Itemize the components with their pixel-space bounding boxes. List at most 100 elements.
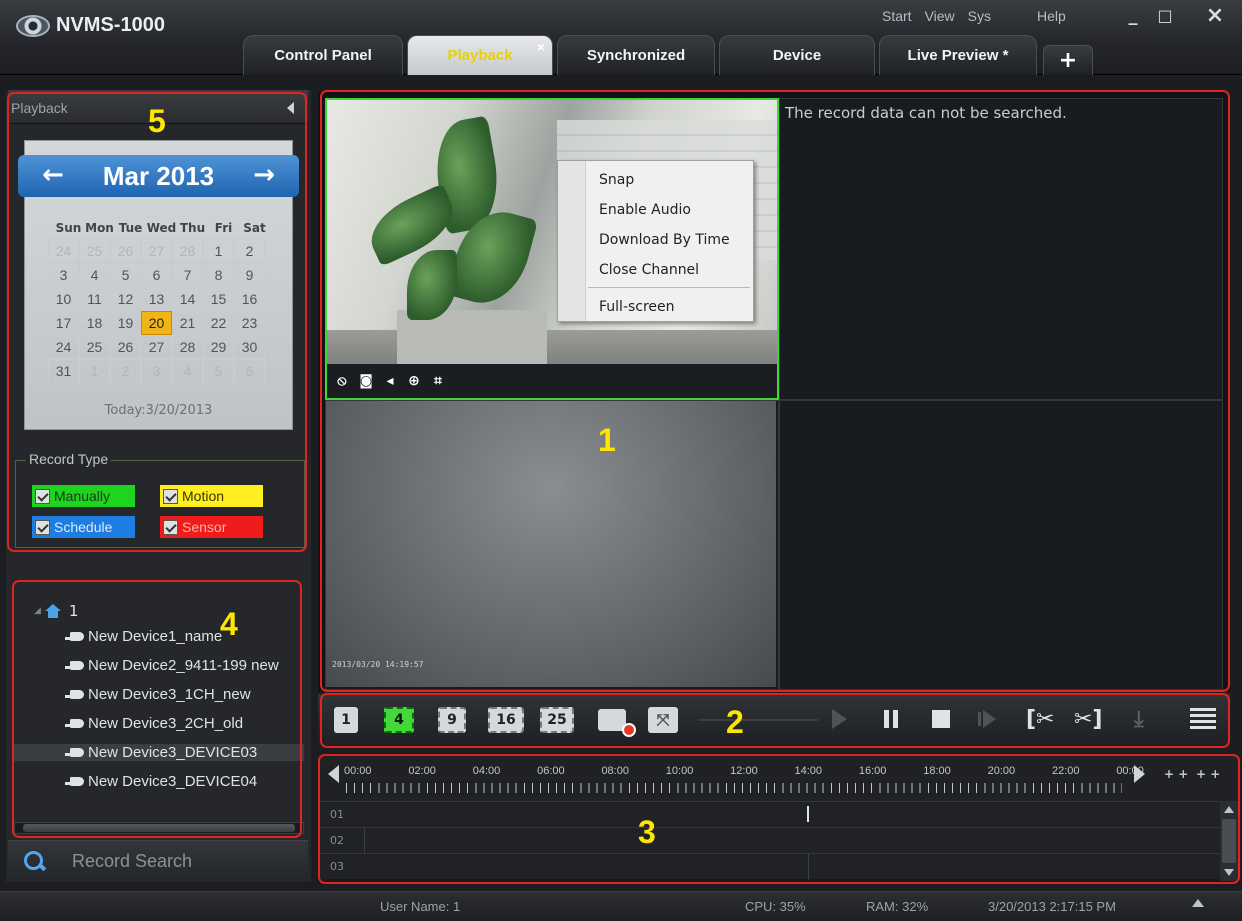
calendar-day[interactable]: 25 [79,335,110,359]
tab-close-icon[interactable]: × [537,39,545,55]
menu-item-snap[interactable]: Snap [599,172,634,188]
record-list-button[interactable] [1190,706,1216,732]
calendar-day[interactable]: 30 [234,335,265,359]
prev-month-icon[interactable]: ← [42,160,64,190]
snapshot-icon[interactable]: ◙ [357,373,375,389]
download-button[interactable]: ⤓ [1134,706,1144,732]
next-month-icon[interactable]: → [253,160,275,190]
menu-item-download-by-time[interactable]: Download By Time [599,232,730,248]
play-button[interactable] [832,706,847,732]
device-tree-item[interactable]: New Device3_2CH_old [65,715,243,732]
add-tab-button[interactable]: + [1043,45,1093,75]
full-screen-button[interactable]: ⤧ [648,707,678,733]
device-tree-item[interactable]: New Device1_name [65,628,222,645]
calendar-day[interactable]: 18 [79,311,110,335]
calendar-day[interactable]: 26 [110,239,141,263]
close-all-channels-button[interactable] [592,707,636,737]
step-forward-button[interactable] [978,706,996,732]
tab-device[interactable]: Device [719,35,875,75]
timeline-row-03[interactable]: 03 [318,853,1220,880]
tree-horizontal-scrollbar[interactable] [14,822,304,834]
menu-item-enable-audio[interactable]: Enable Audio [599,202,691,218]
video-channel-4[interactable] [779,400,1223,690]
device-tree-item[interactable]: New Device3_DEVICE03 [14,744,304,761]
layout-16-button[interactable]: 16 [488,707,524,733]
timeline-zoom-in-icon[interactable]: + + [1164,767,1188,781]
calendar-day[interactable]: 9 [234,263,265,287]
calendar-day[interactable]: 4 [79,263,110,287]
tab-playback[interactable]: Playback × [407,35,553,75]
calendar-day[interactable]: 25 [79,239,110,263]
tree-root-node[interactable]: ◢ 1 [34,602,78,620]
menu-item-full-screen[interactable]: Full-screen [599,299,675,315]
calendar-day[interactable]: 4 [172,359,203,383]
timeline-next-icon[interactable] [1134,765,1145,783]
video-channel-2[interactable]: The record data can not be searched. [779,98,1223,400]
calendar-day[interactable]: 27 [141,239,172,263]
calendar-day[interactable]: 16 [234,287,265,311]
calendar-day[interactable]: 19 [110,311,141,335]
speed-slider-track[interactable] [698,719,818,721]
stop-record-icon[interactable]: ⦸ [333,373,351,389]
calendar-day[interactable]: 22 [203,311,234,335]
maximize-button[interactable]: □ [1150,4,1180,26]
scroll-up-icon[interactable] [1224,806,1234,813]
calendar-day[interactable]: 23 [234,311,265,335]
scrollbar-thumb[interactable] [23,824,295,832]
video-channel-3[interactable]: 2013/03/20 14:19:57 [325,400,779,690]
calendar-day[interactable]: 3 [141,359,172,383]
calendar-day[interactable]: 15 [203,287,234,311]
device-tree-item[interactable]: New Device3_DEVICE04 [65,773,257,790]
timeline-prev-icon[interactable] [328,765,339,783]
record-search-button[interactable]: Record Search [8,840,308,882]
layout-9-button[interactable]: 9 [438,707,466,733]
menu-help[interactable]: Help [1037,8,1066,24]
calendar-day[interactable]: 8 [203,263,234,287]
calendar-day[interactable]: 1 [203,239,234,263]
pause-button[interactable] [884,706,898,732]
calendar-day[interactable]: 24 [48,335,79,359]
menu-sys[interactable]: Sys [968,8,991,24]
calendar-day[interactable]: 10 [48,287,79,311]
calendar-today-label[interactable]: Today:3/20/2013 [25,403,292,418]
timeline-zoom-out-icon[interactable]: + + [1196,767,1220,781]
calendar-day[interactable]: 6 [141,263,172,287]
calendar-day[interactable]: 11 [79,287,110,311]
collapse-panel-icon[interactable] [287,102,294,114]
tree-expand-icon[interactable]: ◢ [34,606,41,616]
calendar-day[interactable]: 14 [172,287,203,311]
scroll-down-icon[interactable] [1224,869,1234,876]
timeline-row-02[interactable]: 02 [318,827,1220,854]
calendar-day[interactable]: 5 [203,359,234,383]
layout-1-button[interactable]: 1 [334,707,358,733]
record-type-schedule-checkbox[interactable]: Schedule [32,516,135,538]
tab-live-preview[interactable]: Live Preview * [879,35,1037,75]
calendar-day[interactable]: 27 [141,335,172,359]
calendar-day[interactable]: 17 [48,311,79,335]
calendar-day[interactable]: 5 [110,263,141,287]
calendar-day[interactable]: 2 [234,239,265,263]
calendar-day[interactable]: 1 [79,359,110,383]
layout-4-button[interactable]: 4 [384,707,414,733]
minimize-button[interactable]: _ [1118,4,1148,26]
timeline-vertical-scrollbar[interactable] [1220,801,1238,881]
calendar-day[interactable]: 29 [203,335,234,359]
calendar-day[interactable]: 3 [48,263,79,287]
timeline-cursor[interactable] [807,806,809,822]
calendar-day[interactable]: 13 [141,287,172,311]
tab-synchronized[interactable]: Synchronized [557,35,715,75]
calendar-day[interactable]: 28 [172,335,203,359]
device-tree-item[interactable]: New Device3_1CH_new [65,686,251,703]
tab-control-panel[interactable]: Control Panel [243,35,403,75]
mute-icon[interactable]: ◂ [381,373,399,389]
menu-item-close-channel[interactable]: Close Channel [599,262,699,278]
close-window-button[interactable]: × [1200,3,1230,28]
scrollbar-thumb[interactable] [1222,819,1236,863]
timeline-ruler[interactable]: 00:00 02:00 04:00 06:00 08:00 10:00 12:00 14:00… [318,755,1240,801]
fit-screen-icon[interactable]: ⌗ [429,373,447,389]
calendar-day-today[interactable]: 20 [141,311,172,335]
clip-start-button[interactable]: [✂ [1026,706,1055,732]
record-type-motion-checkbox[interactable]: Motion [160,485,263,507]
zoom-in-icon[interactable]: ⊕ [405,373,423,389]
calendar-day[interactable]: 26 [110,335,141,359]
